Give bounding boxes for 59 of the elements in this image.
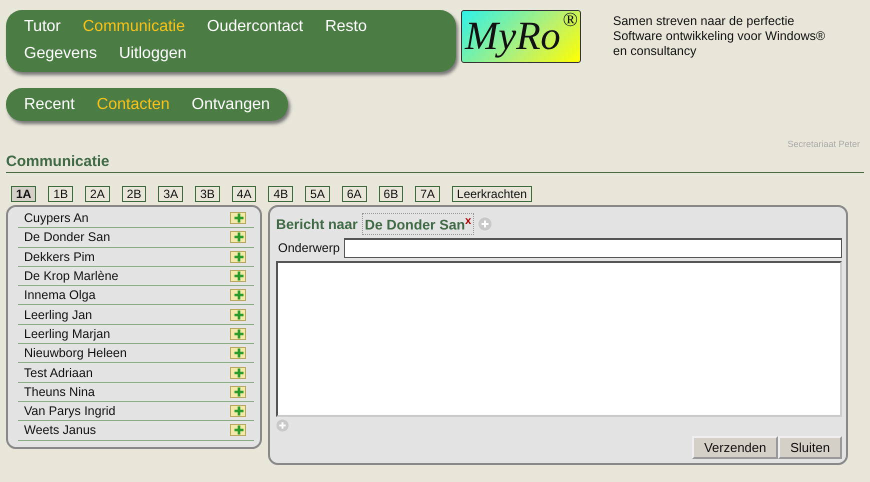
add-contact-icon[interactable] xyxy=(230,347,246,360)
contact-name[interactable]: De Krop Marlène xyxy=(24,269,118,284)
section-heading: Communicatie xyxy=(6,153,864,173)
menu-item[interactable]: Tutor xyxy=(24,16,61,37)
class-tab[interactable]: 1A xyxy=(11,186,36,202)
add-contact-icon[interactable] xyxy=(230,289,246,302)
add-contact-icon[interactable] xyxy=(230,250,246,263)
remove-link[interactable]: x xyxy=(465,215,472,227)
add-contact-icon[interactable] xyxy=(230,270,246,282)
contact-name[interactable]: De Donder San xyxy=(24,230,110,244)
menu-item[interactable]: Uitloggen xyxy=(118,43,187,64)
class-tab[interactable]: 1B xyxy=(48,186,74,202)
contact-name[interactable]: Van Parys Ingrid xyxy=(24,404,116,418)
message-field[interactable] xyxy=(276,260,842,417)
action-button[interactable]: Verzenden xyxy=(692,436,778,459)
subject-label: Onderwerp xyxy=(277,240,340,255)
subject-field[interactable] xyxy=(344,238,842,258)
class-tab[interactable]: 2B xyxy=(122,186,146,202)
contact-name[interactable]: Leerling Jan xyxy=(24,308,92,322)
class-tab[interactable]: 6B xyxy=(378,186,404,202)
add-contact-icon[interactable] xyxy=(230,366,246,379)
submenu-item[interactable]: Ontvangen xyxy=(192,94,270,115)
class-tab[interactable]: Leerkrachten xyxy=(452,186,532,202)
add-contact-icon[interactable] xyxy=(230,405,246,418)
class-tab[interactable]: 7A xyxy=(415,186,440,202)
contact-name[interactable]: Nieuwborg Heleen xyxy=(24,346,127,360)
tagline: Samen streven naar de perfectie xyxy=(613,14,796,29)
add-contact-icon[interactable] xyxy=(230,386,246,398)
add-contact-icon[interactable] xyxy=(230,231,246,244)
class-tab[interactable]: 4A xyxy=(232,186,256,202)
add-contact-icon[interactable] xyxy=(230,308,246,321)
menu-item[interactable]: Oudercontact xyxy=(207,16,304,37)
class-tab[interactable]: 2A xyxy=(85,186,110,202)
contact-name[interactable]: Dekkers Pim xyxy=(24,250,95,264)
class-tab[interactable]: 3A xyxy=(158,186,184,202)
add-contact-icon[interactable] xyxy=(230,424,246,436)
recipient-label: Bericht naar xyxy=(276,216,358,232)
submenu-item[interactable]: Recent xyxy=(24,94,75,115)
class-tab[interactable]: 6A xyxy=(342,186,367,202)
tagline: Software ontwikkeling voor Windows® en consultancy xyxy=(613,29,826,59)
recipient-chip: De Donder San$^{x}$ xyxy=(362,213,474,235)
contact-name[interactable]: Test Adriaan xyxy=(24,366,93,380)
logo: MyRo® xyxy=(461,10,581,63)
class-tab[interactable]: 5A xyxy=(305,186,330,202)
action-button[interactable]: Sluiten xyxy=(778,436,842,459)
add-contact-icon[interactable] xyxy=(230,212,246,224)
class-tab[interactable]: 4B xyxy=(268,186,294,202)
class-tab[interactable]: 3B xyxy=(195,186,220,202)
menu-item[interactable]: Gegevens xyxy=(24,43,97,64)
menu-item[interactable]: Resto xyxy=(325,16,367,37)
user-name: Secretariaat Peter xyxy=(786,139,861,149)
add-icon[interactable] xyxy=(478,216,492,231)
add-contact-icon[interactable] xyxy=(230,328,246,340)
contact-name[interactable]: Cuypers An xyxy=(24,211,89,226)
contact-name[interactable]: Innema Olga xyxy=(24,288,96,302)
contact-name[interactable]: Leerling Marjan xyxy=(24,326,110,341)
contact-name[interactable]: Theuns Nina xyxy=(24,384,95,399)
contact-name[interactable]: Weets Janus xyxy=(24,423,96,438)
add-icon[interactable] xyxy=(276,418,289,432)
